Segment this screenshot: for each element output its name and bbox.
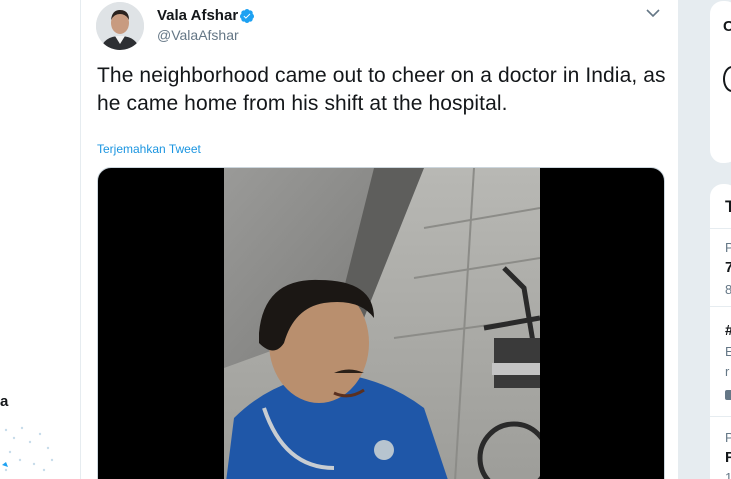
verified-badge-icon [239,9,254,23]
twitter-page: a Vala Afshar @ValaAfshar The neighborho… [0,0,731,479]
tweet-video[interactable] [97,167,665,479]
trend3-count: 1 [725,470,731,479]
trends-divider [709,416,731,417]
trends-divider [709,228,731,229]
trend1-count: 8 [725,282,731,297]
trend1-meta: P [725,240,731,255]
trend2-line2: r [725,364,730,379]
translate-tweet-link[interactable]: Terjemahkan Tweet [97,142,201,156]
sidebar-decoration [2,426,54,472]
tweet-panel: Vala Afshar @ValaAfshar The neighborhood… [80,0,679,479]
trend3-name[interactable]: F [725,449,731,466]
tweet-text: The neighborhood came out to cheer on a … [97,64,666,115]
chevron-down-icon[interactable] [646,8,660,18]
right-sidebar: C T P 7 8 # E r P F 1 [679,0,731,479]
author-handle[interactable]: @ValaAfshar [157,27,239,43]
trends-header-fragment: T [725,197,731,216]
trend2-thumbnail[interactable] [725,390,731,400]
trend1-name[interactable]: 7 [725,259,731,276]
trend3-meta: P [725,430,731,445]
trends-divider [709,306,731,307]
sidebar-fragment-text: a [0,393,9,410]
card1-header-fragment: C [723,18,731,35]
left-sidebar: a [0,0,80,479]
video-frame[interactable] [224,168,540,479]
author-display-name[interactable]: Vala Afshar [157,7,238,24]
avatar[interactable] [96,2,144,50]
avatar-image [96,2,144,50]
trend2-line1: E [725,344,731,359]
trend2-name[interactable]: # [725,322,731,339]
